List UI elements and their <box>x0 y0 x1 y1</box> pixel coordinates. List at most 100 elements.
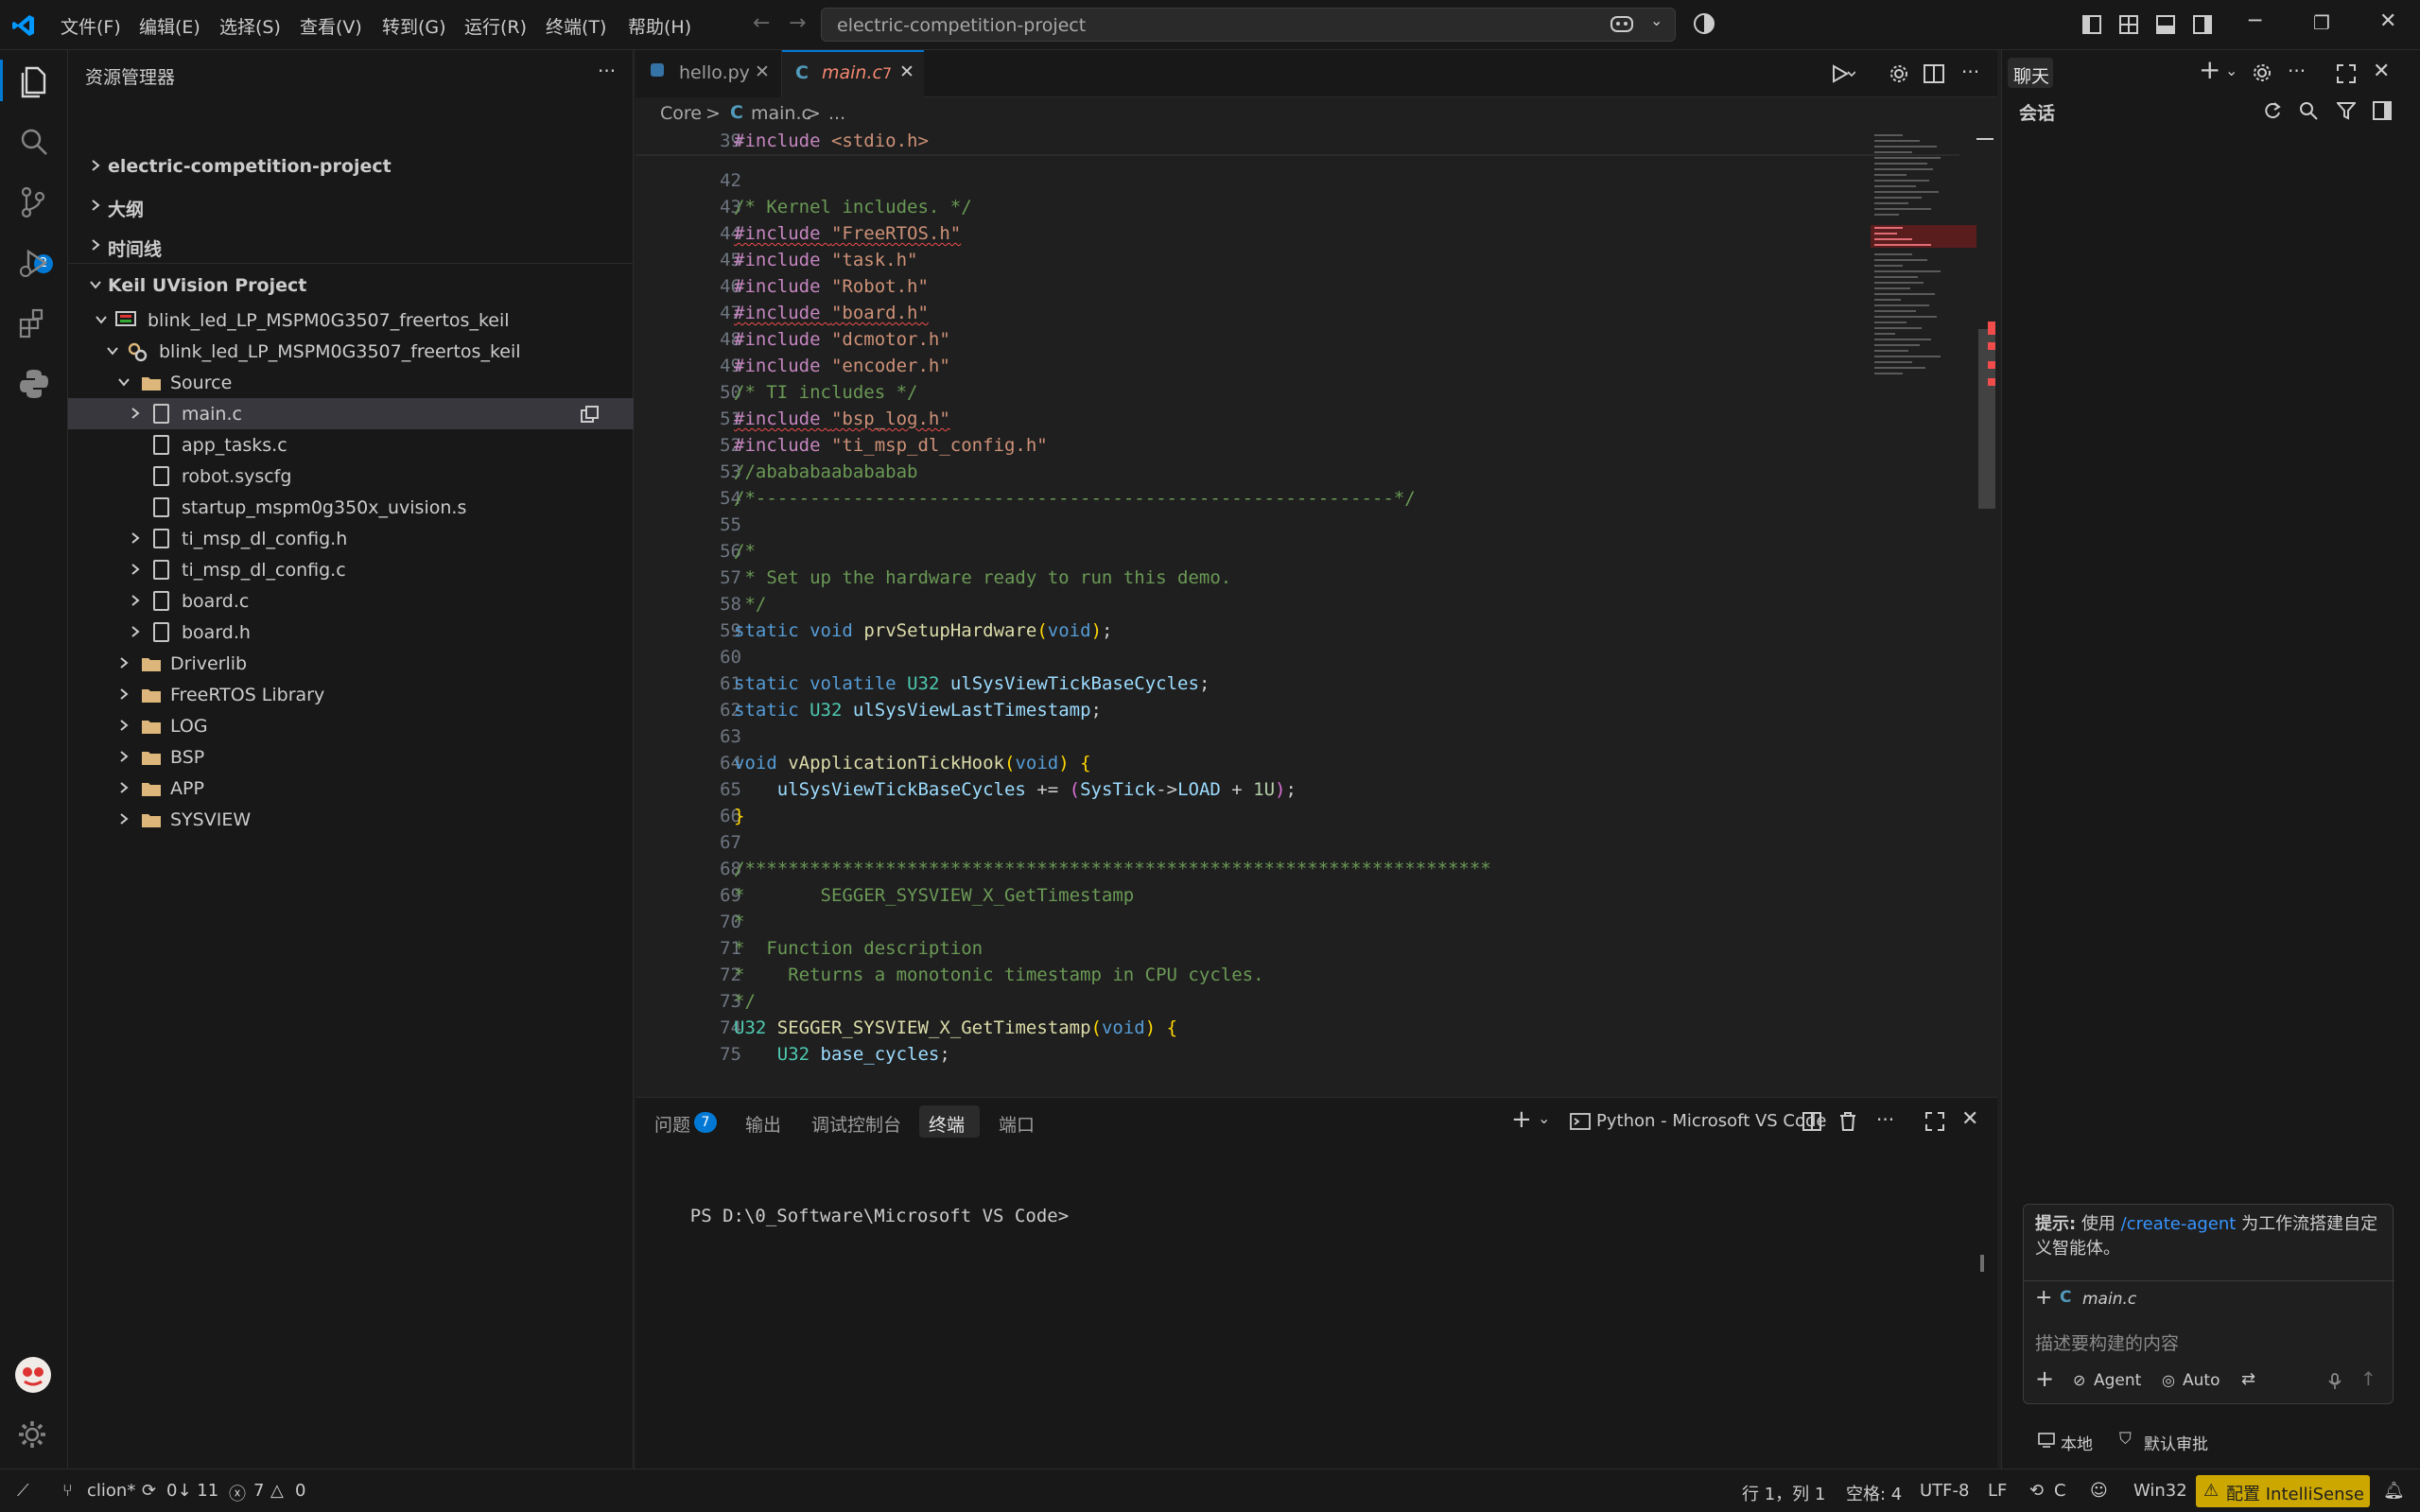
manage-gear-icon[interactable] <box>16 1418 48 1451</box>
run-debug-icon[interactable] <box>15 244 53 282</box>
menu-view[interactable]: 查看(V) <box>300 13 362 39</box>
menu-goto[interactable]: 转到(G) <box>382 13 446 39</box>
section-keil-uvision-project[interactable]: Keil UVision Project <box>68 269 634 301</box>
menu-selection[interactable]: 选择(S) <box>219 13 281 39</box>
panel-more-icon[interactable]: ··· <box>1876 1108 1894 1131</box>
cursor-position[interactable]: 行 1，列 1 <box>1742 1481 1825 1505</box>
close-window-icon[interactable]: ✕ <box>2379 9 2396 33</box>
tree-item-log[interactable]: LOG <box>68 710 634 741</box>
chat-title-tab[interactable]: 聊天 <box>2008 58 2053 88</box>
restore-icon[interactable]: ❐ <box>2313 11 2330 34</box>
end-of-line[interactable]: LF <box>1988 1481 2007 1501</box>
explorer-more-icon[interactable]: ··· <box>598 60 616 82</box>
scrollbar-thumb[interactable] <box>1978 329 1995 509</box>
git-sync[interactable]: 0↓ 11 <box>166 1481 218 1501</box>
accounts-shield-icon[interactable] <box>1693 12 1715 35</box>
panel-tab-terminal[interactable]: 终端 <box>919 1105 980 1138</box>
terminal-name[interactable]: Python - Microsoft VS Code <box>1596 1111 1827 1131</box>
breadcrumb-core[interactable]: Core <box>660 103 702 124</box>
filter-icon[interactable] <box>2337 101 2356 120</box>
chat-message-input[interactable]: 描述要构建的内容 <box>2035 1326 2385 1358</box>
tab-main-c[interactable]: C main.c 7 ✕ <box>782 50 924 99</box>
tree-item-app[interactable]: APP <box>68 773 634 804</box>
tree-item-board-h[interactable]: board.h <box>68 617 634 648</box>
new-terminal-plus-icon[interactable]: + <box>1511 1105 1532 1134</box>
panel-tab-debug-console[interactable]: 调试控制台 <box>811 1111 901 1137</box>
copilot-dropdown-icon[interactable]: ⌄ <box>1650 11 1663 29</box>
copilot-icon[interactable] <box>1610 13 1634 36</box>
open-file-icon[interactable] <box>581 406 600 423</box>
send-arrow-icon[interactable]: ↑ <box>2360 1367 2376 1390</box>
refresh-icon[interactable] <box>2263 101 2282 120</box>
sessions-search-icon[interactable] <box>2299 101 2318 120</box>
menu-run[interactable]: 运行(R) <box>464 13 527 39</box>
tree-item-bsp[interactable]: BSP <box>68 741 634 773</box>
tree-item-ti-msp-dl-config-c[interactable]: ti_msp_dl_config.c <box>68 554 634 585</box>
maximize-panel-icon[interactable] <box>1925 1112 1944 1131</box>
remote-icon[interactable]: ⟋ <box>17 1481 29 1501</box>
tree-item-source-folder[interactable]: Source <box>68 367 634 398</box>
tree-item-ti-msp-dl-config-h[interactable]: ti_msp_dl_config.h <box>68 523 634 554</box>
toggle-primary-sidebar-icon[interactable] <box>2082 15 2101 34</box>
split-terminal-icon[interactable] <box>1802 1112 1821 1131</box>
extensions-icon[interactable] <box>15 304 53 342</box>
microphone-icon[interactable] <box>2328 1373 2342 1390</box>
sessions-layout-icon[interactable] <box>2373 101 2392 120</box>
breadcrumb-file[interactable]: main.c <box>751 103 811 124</box>
platform[interactable]: Win32 <box>2133 1481 2187 1501</box>
section-electric-competition-project[interactable]: electric-competition-project <box>68 150 634 182</box>
customize-layout-icon[interactable] <box>2119 15 2138 34</box>
tab-hello-py[interactable]: hello.py ✕ <box>635 50 782 97</box>
attach-plus-icon[interactable]: + <box>2035 1365 2054 1392</box>
tree-item-workspace[interactable]: blink_led_LP_MSPM0G3507_freertos_keil <box>68 304 634 336</box>
default-approval[interactable]: 默认审批 <box>2144 1431 2208 1454</box>
tree-item-app-tasks-c[interactable]: app_tasks.c <box>68 429 634 461</box>
new-chat-plus-icon[interactable]: + <box>2199 54 2220 85</box>
breadcrumb-symbol[interactable]: ... <box>828 103 845 124</box>
agent-mode-picker[interactable]: Agent <box>2094 1371 2141 1390</box>
chat-close-icon[interactable]: ✕ <box>2373 60 2390 83</box>
error-count[interactable]: 7 <box>253 1481 264 1501</box>
panel-tab-ports[interactable]: 端口 <box>999 1111 1035 1137</box>
toggle-panel-icon[interactable] <box>2156 15 2175 34</box>
tree-item-board-c[interactable]: board.c <box>68 585 634 617</box>
close-panel-icon[interactable]: ✕ <box>1961 1107 1978 1131</box>
forward-arrow-icon[interactable]: → <box>789 11 806 35</box>
code-editor[interactable]: 39 #include <stdio.h> 41 #include "SEGGER_… <box>635 130 1997 1090</box>
model-picker[interactable]: Auto <box>2183 1371 2220 1390</box>
minimize-icon[interactable]: ─ <box>2249 9 2261 33</box>
account-avatar[interactable] <box>15 1357 51 1393</box>
section-timeline[interactable]: 时间线 <box>68 230 634 261</box>
explorer-icon[interactable] <box>15 62 53 100</box>
language-mode[interactable]: C <box>2054 1481 2066 1501</box>
chat-settings-gear-icon[interactable] <box>2252 62 2272 83</box>
encoding[interactable]: UTF-8 <box>1920 1481 1969 1501</box>
panel-tab-problems[interactable]: 问题 <box>654 1111 690 1137</box>
add-context-plus-icon[interactable]: + <box>2035 1286 2052 1310</box>
editor-settings-gear-icon[interactable] <box>1889 63 1909 84</box>
tree-item-driverlib[interactable]: Driverlib <box>68 648 634 679</box>
minimap[interactable] <box>1871 130 1976 414</box>
notifications-bell-icon[interactable]: 🔔︎ <box>2383 1481 2405 1501</box>
menu-terminal[interactable]: 终端(T) <box>546 13 606 39</box>
tab-close-icon[interactable]: ✕ <box>899 61 914 82</box>
create-agent-link[interactable]: /create-agent <box>2121 1214 2237 1234</box>
command-center[interactable]: electric-competition-project <box>821 8 1676 42</box>
run-file-icon[interactable] <box>1831 63 1855 84</box>
menu-edit[interactable]: 编辑(E) <box>139 13 200 39</box>
back-arrow-icon[interactable]: ← <box>753 11 770 35</box>
menu-file[interactable]: 文件(F) <box>61 13 121 39</box>
tree-item-robot-syscfg[interactable]: robot.syscfg <box>68 461 634 492</box>
tools-config-icon[interactable]: ⇄ <box>2241 1369 2255 1389</box>
tree-item-freertos-library[interactable]: FreeRTOS Library <box>68 679 634 710</box>
kill-terminal-trash-icon[interactable] <box>1838 1111 1857 1132</box>
terminal-dropdown-icon[interactable]: ⌄ <box>1538 1109 1550 1127</box>
indentation[interactable]: 空格: 4 <box>1846 1481 1902 1505</box>
tree-item-sysview[interactable]: SYSVIEW <box>68 804 634 835</box>
section-outline[interactable]: 大纲 <box>68 190 634 221</box>
editor-more-icon[interactable]: ··· <box>1961 61 1979 83</box>
python-icon[interactable] <box>15 365 53 403</box>
tree-item-startup-s[interactable]: startup_mspm0g350x_uvision.s <box>68 492 634 523</box>
terminal-output[interactable]: PS D:\0_Software\Microsoft VS Code> <box>647 1185 1069 1247</box>
search-icon[interactable] <box>15 123 53 161</box>
